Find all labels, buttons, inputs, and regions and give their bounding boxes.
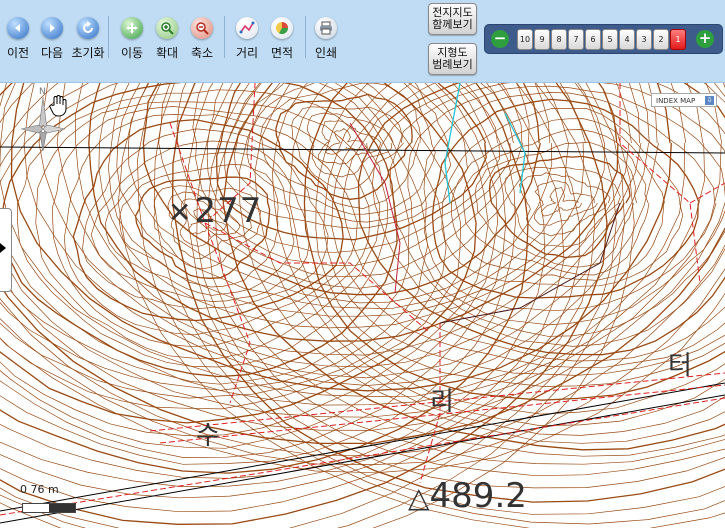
north-label: N bbox=[39, 87, 46, 97]
back-arrow-icon bbox=[7, 17, 29, 39]
zoom-in-step-button[interactable]: + bbox=[696, 30, 714, 48]
zoom-level-6-button[interactable]: 6 bbox=[585, 29, 601, 50]
map-viewport[interactable]: N INDEX MAP ⇩ 0 76 m ✕277 △489.2 수 리 터 bbox=[0, 83, 725, 528]
plus-icon: + bbox=[698, 29, 712, 47]
triangulation-point-icon: ✕ bbox=[168, 196, 193, 229]
area-button[interactable]: 면적 bbox=[260, 17, 304, 61]
contour-line bbox=[222, 83, 725, 451]
zoom-level-1-button[interactable]: 1 bbox=[670, 29, 686, 50]
zoom-level-3-button[interactable]: 3 bbox=[636, 29, 652, 50]
forward-arrow-icon bbox=[41, 17, 63, 39]
contour-line bbox=[23, 83, 659, 386]
reset-button[interactable]: 초기화 bbox=[66, 17, 110, 61]
place-name-label: 터 bbox=[668, 351, 692, 381]
zoom-out-button[interactable]: 축소 bbox=[180, 17, 224, 61]
index-map-button[interactable]: INDEX MAP ⇩ bbox=[651, 93, 717, 107]
scale-text: 0 76 m bbox=[20, 483, 59, 496]
elevation-label: ✕277 bbox=[168, 191, 263, 231]
topo-legend-button[interactable]: 지형도 범례보기 bbox=[428, 43, 477, 75]
zoom-out-step-button[interactable]: − bbox=[491, 30, 509, 48]
reset-button-label: 초기화 bbox=[71, 46, 105, 60]
hand-cursor-icon bbox=[48, 95, 68, 121]
place-name-label: 수 bbox=[196, 421, 220, 451]
zoom-level-2-button[interactable]: 2 bbox=[653, 29, 669, 50]
zoom-level-10-button[interactable]: 10 bbox=[517, 29, 533, 50]
refresh-icon bbox=[77, 17, 99, 39]
contour-line bbox=[441, 108, 684, 287]
place-name-label: 리 bbox=[430, 387, 454, 417]
area-icon bbox=[271, 17, 293, 39]
contour-line bbox=[534, 180, 598, 226]
zoom-level-5-button[interactable]: 5 bbox=[602, 29, 618, 50]
distance-icon bbox=[236, 17, 258, 39]
topographic-map[interactable] bbox=[0, 83, 725, 528]
cadastral-map-overlay-button[interactable]: 전지지도 함께보기 bbox=[428, 3, 477, 35]
index-map-label: INDEX MAP bbox=[656, 97, 696, 105]
side-panel-toggle[interactable] bbox=[0, 208, 12, 292]
zoom-out-button-label: 축소 bbox=[190, 46, 214, 60]
scale-bar bbox=[22, 503, 76, 513]
expand-arrow-icon: ⇩ bbox=[705, 96, 714, 105]
map-scale-indicator: 0 76 m bbox=[12, 481, 82, 525]
grid-line bbox=[0, 382, 725, 512]
toolbar-divider bbox=[108, 16, 109, 58]
zoom-in-icon bbox=[156, 17, 178, 39]
print-icon bbox=[315, 17, 337, 39]
expand-right-icon bbox=[0, 243, 6, 253]
zoom-level-8-button[interactable]: 8 bbox=[551, 29, 567, 50]
area-button-label: 면적 bbox=[270, 46, 294, 60]
grid-line bbox=[0, 394, 725, 524]
contour-line bbox=[431, 98, 700, 299]
zoom-level-4-button[interactable]: 4 bbox=[619, 29, 635, 50]
zoom-out-icon bbox=[191, 17, 213, 39]
print-button[interactable]: 인쇄 bbox=[304, 17, 348, 61]
topo-button-text: 지형도 범례보기 bbox=[432, 46, 473, 71]
cadastral-button-text: 전지지도 함께보기 bbox=[432, 6, 473, 31]
zoom-level-9-button[interactable]: 9 bbox=[534, 29, 550, 50]
triangulation-point-icon: △ bbox=[408, 481, 430, 514]
print-button-label: 인쇄 bbox=[314, 46, 338, 60]
contour-line bbox=[246, 83, 436, 215]
contour-line bbox=[254, 83, 725, 436]
map-toolbar: 이전 다음 초기화 이동 확대 축소 거리 면적 인쇄 전지지도 함께보기 지형… bbox=[0, 0, 725, 83]
move-icon bbox=[121, 17, 143, 39]
contour-line bbox=[540, 187, 582, 217]
zoom-level-7-button[interactable]: 7 bbox=[568, 29, 584, 50]
minus-icon: − bbox=[493, 29, 507, 47]
elevation-label: △489.2 bbox=[408, 476, 527, 516]
zoom-level-bar: − 10 9 8 7 6 5 4 3 2 1 + bbox=[484, 24, 723, 54]
contour-line bbox=[474, 141, 638, 268]
